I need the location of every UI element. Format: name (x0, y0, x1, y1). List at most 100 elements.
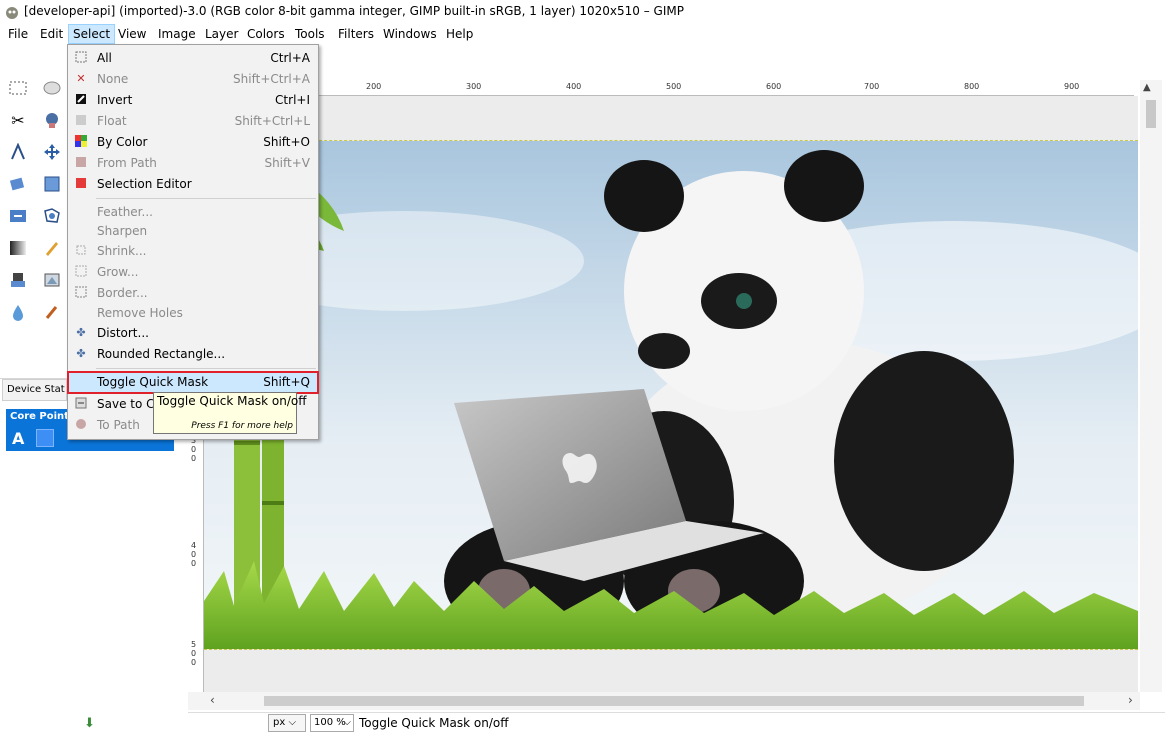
cage-transform-tool-icon[interactable] (40, 204, 64, 228)
ellipse-select-tool-icon[interactable] (40, 76, 64, 100)
menu-item-label: By Color (97, 135, 148, 149)
menu-item-shrink[interactable]: Shrink... (68, 241, 318, 262)
menu-item-label: Rounded Rectangle... (97, 347, 226, 361)
title-bar: [developer-api] (imported)-3.0 (RGB colo… (0, 0, 1165, 24)
menu-edit[interactable]: Edit (36, 24, 67, 44)
menu-item-grow[interactable]: Grow... (68, 262, 318, 283)
horizontal-ruler: 200 300 400 500 600 700 800 900 (204, 80, 1134, 96)
device-status-tab[interactable]: Device Stat (2, 379, 67, 401)
menu-item-border[interactable]: Border... (68, 283, 318, 304)
menu-help[interactable]: Help (442, 24, 477, 44)
grow-icon (74, 265, 88, 279)
by-color-icon (74, 135, 88, 149)
horizontal-scrollbar[interactable]: ‹ › (188, 692, 1140, 710)
menu-item-remove-holes[interactable]: Remove Holes (68, 303, 318, 324)
menu-tools[interactable]: Tools (291, 24, 329, 44)
menu-item-label: From Path (97, 156, 157, 170)
ruler-label: 5 0 0 (191, 640, 197, 667)
scroll-left-icon[interactable]: ‹ (210, 693, 215, 707)
panda-image[interactable] (204, 140, 1138, 650)
rounded-rectangle-icon: ✤ (76, 347, 86, 360)
menu-layer[interactable]: Layer (201, 24, 242, 44)
menu-filters[interactable]: Filters (334, 24, 378, 44)
ruler-label: 3 0 0 (191, 436, 197, 463)
menu-image[interactable]: Image (154, 24, 200, 44)
gradient-tool-icon[interactable] (6, 236, 30, 260)
pencil-tool-icon[interactable] (40, 236, 64, 260)
ruler-label: 600 (766, 82, 782, 91)
foreground-select-tool-icon[interactable] (40, 108, 64, 132)
unit-value: px (273, 717, 286, 728)
menu-view[interactable]: View (114, 24, 150, 44)
horizontal-scroll-thumb[interactable] (264, 696, 1084, 706)
unit-dropdown[interactable]: px ⌵ (268, 714, 306, 732)
transform-tool-icon[interactable] (6, 172, 30, 196)
text-tool-glyph: A (12, 429, 25, 448)
menu-item-none[interactable]: ✕ None Shift+Ctrl+A (68, 69, 318, 90)
ruler-label: 800 (964, 82, 980, 91)
zoom-value: 100 % (314, 717, 346, 728)
paths-tool-icon[interactable] (6, 140, 30, 164)
flip-tool-icon[interactable] (6, 204, 30, 228)
menu-item-selection-editor[interactable]: Selection Editor (68, 174, 318, 195)
ruler-label: 700 (864, 82, 880, 91)
menu-bar: File Edit Select View Image Layer Colors… (0, 24, 1165, 44)
from-path-icon (74, 156, 88, 170)
select-all-icon (74, 51, 88, 65)
menu-item-label: Invert (97, 93, 133, 107)
menu-separator (96, 368, 316, 369)
menu-select[interactable]: Select (68, 24, 116, 44)
menu-windows[interactable]: Windows (379, 24, 441, 44)
zoom-dropdown-icon[interactable]: ⌵ (343, 715, 351, 731)
menu-item-label: Float (97, 114, 127, 128)
ruler-label: 4 0 0 (191, 541, 197, 568)
zoom-field[interactable]: 100 % ⌵ (310, 714, 354, 732)
menu-item-label: Border... (97, 286, 148, 300)
to-path-icon (74, 418, 88, 432)
scroll-right-icon[interactable]: › (1128, 693, 1133, 707)
vertical-scrollbar[interactable]: ▲ (1140, 80, 1162, 692)
ruler-label: 200 (366, 82, 382, 91)
perspective-clone-tool-icon[interactable] (40, 268, 64, 292)
menu-item-from-path[interactable]: From Path Shift+V (68, 153, 318, 174)
tooltip-hint: Press F1 for more help (191, 421, 293, 431)
menu-item-float[interactable]: Float Shift+Ctrl+L (68, 111, 318, 132)
rect-select-tool-icon[interactable] (6, 76, 30, 100)
ruler-label: 300 (466, 82, 482, 91)
menu-item-sharpen[interactable]: Sharpen (68, 221, 318, 242)
menu-item-by-color[interactable]: By Color Shift+O (68, 132, 318, 153)
menu-item-label: Sharpen (97, 224, 148, 238)
vertical-scroll-thumb[interactable] (1146, 100, 1156, 128)
select-none-icon: ✕ (76, 72, 86, 85)
menu-item-distort[interactable]: ✤ Distort... (68, 323, 318, 344)
float-icon (74, 114, 88, 128)
move-tool-icon[interactable] (40, 140, 64, 164)
unified-transform-tool-icon[interactable] (40, 172, 64, 196)
scissors-tool-icon[interactable]: ✂ (6, 108, 30, 132)
gimp-icon (6, 7, 18, 19)
smudge-tool-icon[interactable] (40, 300, 64, 324)
menu-item-all[interactable]: All Ctrl+A (68, 48, 318, 69)
scroll-up-icon[interactable]: ▲ (1143, 82, 1151, 93)
save-device-status-icon[interactable]: ⬇ (84, 716, 98, 731)
menu-item-invert[interactable]: Invert Ctrl+I (68, 90, 318, 111)
save-to-channel-icon (74, 397, 88, 411)
menu-item-rounded-rectangle[interactable]: ✤ Rounded Rectangle... (68, 344, 318, 365)
menu-item-label: None (97, 72, 129, 86)
menu-colors[interactable]: Colors (243, 24, 289, 44)
clone-tool-icon[interactable] (6, 268, 30, 292)
ruler-label: 900 (1064, 82, 1080, 91)
menu-item-label: Selection Editor (97, 177, 192, 191)
menu-file[interactable]: File (4, 24, 32, 44)
chevron-down-icon: ⌵ (288, 717, 297, 728)
toolbox: ✂ (0, 44, 67, 374)
menu-item-shortcut: Shift+O (263, 135, 310, 149)
blur-tool-icon[interactable] (6, 300, 30, 324)
panda-illustration (204, 141, 1138, 649)
shrink-icon (74, 244, 88, 258)
menu-item-shortcut: Ctrl+I (275, 93, 310, 107)
device-status-tab-label: Device Stat (7, 384, 65, 395)
tooltip: Toggle Quick Mask on/off Press F1 for mo… (153, 392, 306, 434)
menu-item-toggle-quick-mask[interactable]: Toggle Quick Mask Shift+Q (67, 371, 319, 394)
menu-item-feather[interactable]: Feather... (68, 202, 318, 223)
